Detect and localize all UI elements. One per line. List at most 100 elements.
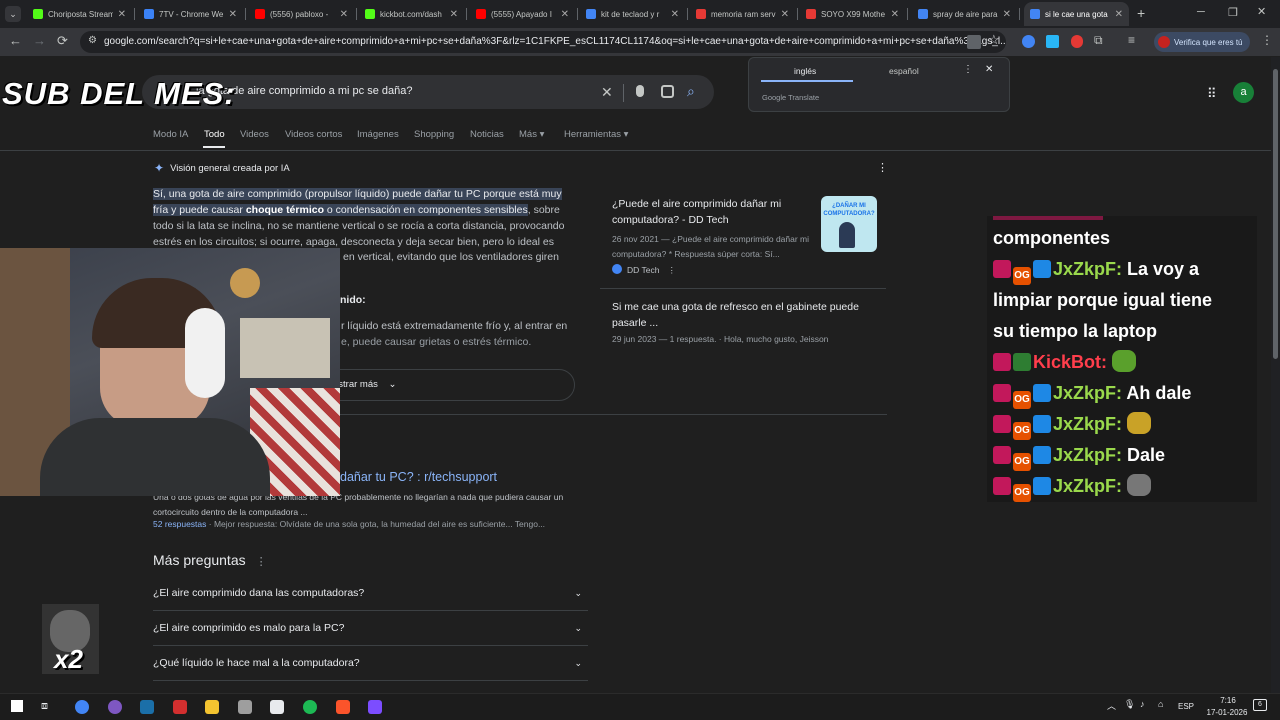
clock-date[interactable]: 17-01-2026 [1202, 708, 1252, 717]
translate-active-underline [761, 80, 853, 82]
ai-overview-menu-icon[interactable]: ⋮ [877, 161, 888, 174]
tab-close-icon[interactable]: ✕ [671, 9, 679, 20]
task-view-icon[interactable]: ⧈ [41, 700, 48, 713]
tab-9[interactable]: spray de aire para ✕ [912, 2, 1017, 26]
tab-close-icon[interactable]: ✕ [450, 9, 458, 20]
clock-time[interactable]: 7:16 [1208, 696, 1248, 705]
account-avatar[interactable]: a [1233, 82, 1254, 103]
extension-icon[interactable] [1022, 35, 1035, 48]
tab-close-icon[interactable]: ✕ [1115, 9, 1123, 20]
page-scrollbar[interactable] [1271, 57, 1280, 693]
tab-close-icon[interactable]: ✕ [229, 9, 237, 20]
filter-tab-1[interactable]: Modo IA [153, 129, 188, 140]
reddit-result-title[interactable]: dañar tu PC? : r/techsupport [340, 470, 497, 484]
file-explorer-icon[interactable] [205, 700, 219, 714]
steam-icon[interactable] [140, 700, 154, 714]
filter-tab-8[interactable]: Más ▾ [519, 129, 544, 140]
scrollbar-thumb[interactable] [1273, 69, 1278, 359]
translate-close-icon[interactable]: ✕ [985, 64, 993, 75]
source-card[interactable]: ¿Puede el aire comprimido dañar mi compu… [600, 186, 886, 366]
chatgpt-icon[interactable] [270, 700, 284, 714]
spotify-icon[interactable] [303, 700, 317, 714]
filter-tab-9[interactable]: Herramientas ▾ [564, 129, 628, 140]
address-bar[interactable]: ⚙ google.com/search?q=si+le+cae+una+gota… [80, 31, 1006, 53]
filter-tab-2[interactable]: Todo [204, 129, 225, 140]
profile-verify-button[interactable]: Verifica que eres tú [1154, 32, 1250, 52]
tray-overflow-icon[interactable]: ︿ [1107, 699, 1116, 712]
chrome-profile-icon[interactable] [108, 700, 122, 714]
chat-message: su tiempo la laptop [993, 321, 1158, 341]
minimize-button[interactable]: ─ [1197, 6, 1205, 18]
filter-tab-7[interactable]: Noticias [470, 129, 504, 140]
tab-2[interactable]: 7TV - Chrome We ✕ [138, 2, 243, 26]
search-submit-icon[interactable]: ⌕ [687, 83, 695, 100]
reddit-best-answer: · Mejor respuesta: Olvídate de una sola … [206, 519, 546, 529]
7tv-extension-icon[interactable] [1046, 35, 1059, 48]
faq-item[interactable]: ¿El aire comprimido dana las computadora… [153, 576, 588, 611]
tab-8[interactable]: SOYO X99 Mothe ✕ [800, 2, 905, 26]
translate-menu-icon[interactable]: ⋮ [963, 64, 973, 75]
chat-clipped-line [993, 216, 1103, 220]
reading-list-icon[interactable]: ≡ [1128, 33, 1135, 47]
voice-search-icon[interactable] [636, 85, 644, 97]
tab-5[interactable]: (5555) Apayado I ✕ [470, 2, 575, 26]
extensions-puzzle-icon[interactable]: ⧉ [1094, 33, 1103, 48]
tab-close-icon[interactable]: ✕ [781, 9, 789, 20]
obs-icon[interactable] [173, 700, 187, 714]
og-badge-icon: OG [1013, 484, 1031, 502]
source-menu-icon[interactable]: ⋮ [667, 265, 676, 275]
tab-4[interactable]: kickbot.com/dash ✕ [359, 2, 464, 26]
new-tab-button[interactable]: + [1137, 5, 1145, 21]
tab-close-icon[interactable]: ✕ [891, 9, 899, 20]
notification-icon[interactable]: 6 [1253, 699, 1267, 711]
forward-button[interactable]: → [33, 33, 46, 48]
filter-tab-3[interactable]: Videos [240, 129, 269, 140]
related-question-title[interactable]: Si me cae una gota de refresco en el gab… [612, 299, 882, 331]
adblock-extension-icon[interactable] [1071, 35, 1083, 48]
tab-close-icon[interactable]: ✕ [340, 9, 348, 20]
tab-1[interactable]: Choriposta Stream ✕ [27, 2, 132, 26]
bookmark-star-icon[interactable]: ☆ [988, 32, 1000, 48]
reddit-answers-link[interactable]: 52 respuestas [153, 519, 206, 529]
tab-6[interactable]: kit de teclaod y r ✕ [580, 2, 685, 26]
tab-7[interactable]: memoria ram serv ✕ [690, 2, 795, 26]
close-window-button[interactable]: ✕ [1257, 5, 1266, 18]
chevron-down-icon: ⌄ [574, 657, 582, 668]
maximize-button[interactable]: ❐ [1228, 6, 1238, 19]
faq-item[interactable]: ¿El aire comprimido es malo para la PC? ⌄ [153, 611, 588, 646]
back-button[interactable]: ← [9, 33, 22, 48]
tab-list-button[interactable]: ⌄ [5, 6, 21, 22]
translate-lang-spanish[interactable]: español [889, 66, 919, 76]
microphone-tray-icon[interactable]: 🎙 [1124, 699, 1135, 710]
reload-button[interactable]: ⟳ [57, 33, 68, 49]
site-info-icon[interactable]: ⚙ [88, 35, 97, 46]
tab-close-icon[interactable]: ✕ [561, 9, 569, 20]
controller-icon[interactable] [238, 700, 252, 714]
start-button-icon[interactable] [11, 700, 23, 712]
browser-menu-icon[interactable]: ⋮ [1261, 33, 1273, 47]
filter-tab-6[interactable]: Shopping [414, 129, 454, 140]
source-card-desc: 26 nov 2021 — ¿Puede el aire comprimido … [612, 234, 810, 259]
tab-close-icon[interactable]: ✕ [118, 9, 126, 20]
tab-10[interactable]: si le cae una gota ✕ [1024, 2, 1129, 26]
tab-3[interactable]: (5556) pabloxo - ✕ [249, 2, 354, 26]
brave-icon[interactable] [336, 700, 350, 714]
language-indicator[interactable]: ESP [1178, 702, 1194, 711]
chat-emote [1127, 474, 1152, 496]
translate-lang-english[interactable]: inglés [794, 66, 816, 76]
translate-icon[interactable] [967, 35, 981, 49]
speaker-tray-icon[interactable]: ♪ [1140, 699, 1145, 709]
filter-tab-4[interactable]: Videos cortos [285, 129, 342, 140]
filter-tab-5[interactable]: Imágenes [357, 129, 399, 140]
tab-close-icon[interactable]: ✕ [1003, 9, 1011, 20]
source-card-thumbnail[interactable]: ¿DAÑAR MI COMPUTADORA? [821, 196, 877, 252]
apps-grid-icon[interactable]: ⠿ [1207, 86, 1217, 102]
lens-search-icon[interactable] [661, 85, 674, 98]
more-questions-menu-icon[interactable]: ⋮ [256, 556, 267, 568]
grid-app-icon[interactable] [368, 700, 382, 714]
clear-search-icon[interactable]: ✕ [601, 84, 613, 101]
network-tray-icon[interactable]: ⌂ [1158, 699, 1163, 709]
faq-item[interactable]: ¿Qué líquido le hace mal a la computador… [153, 646, 588, 681]
chrome-icon[interactable] [75, 700, 89, 714]
source-card-title[interactable]: ¿Puede el aire comprimido dañar mi compu… [612, 196, 812, 228]
